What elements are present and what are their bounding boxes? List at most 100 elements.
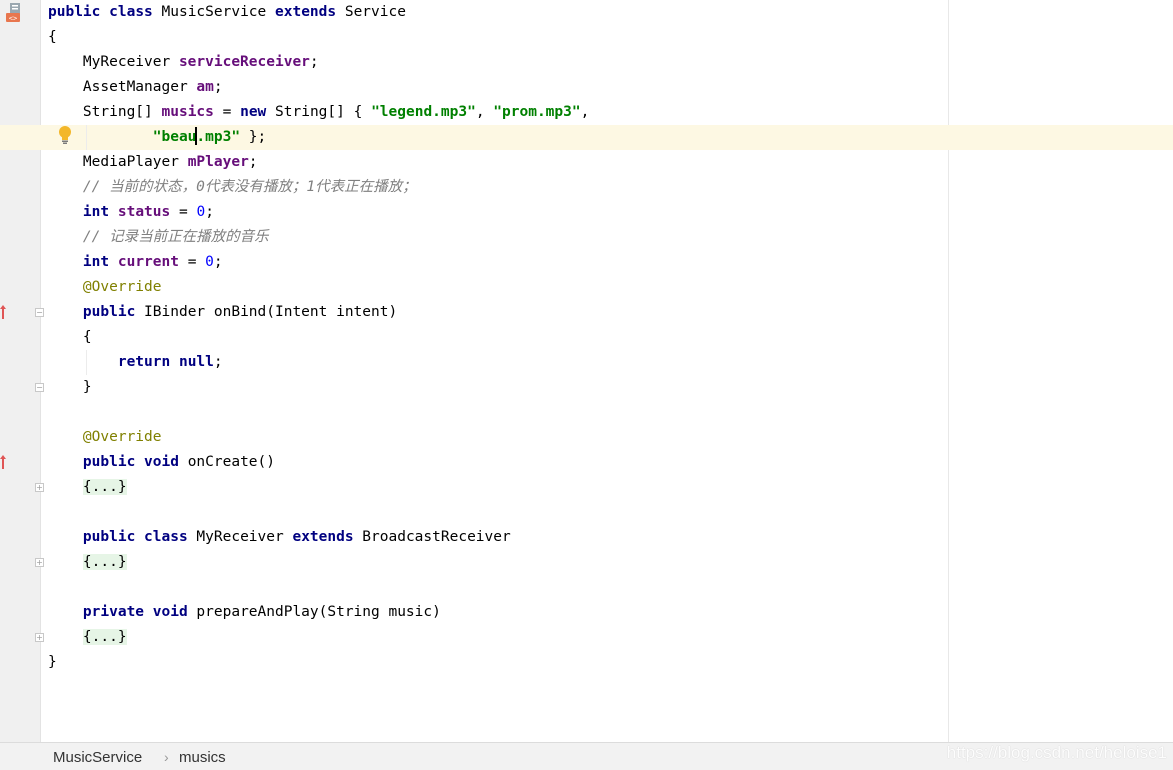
code-token: ; [248,154,258,170]
code-line[interactable]: { [48,325,92,350]
breadcrumb-class[interactable]: MusicService [53,749,142,766]
breadcrumb-separator-icon: › [164,749,169,765]
code-token: void [152,604,188,620]
code-token: Service [336,4,406,20]
code-line[interactable]: { [48,25,57,50]
code-token: MyReceiver [187,529,293,545]
code-token: = [178,254,206,270]
override-arrow-icon[interactable] [0,455,6,469]
code-line[interactable]: // 当前的状态，0代表没有播放；1代表正在播放； [48,175,417,200]
watermark: https://blog.csdn.net/heloise1 [946,743,1167,762]
code-line[interactable]: @Override [48,425,162,450]
code-token: status [117,204,171,220]
override-arrow-icon[interactable] [0,305,6,319]
folded-code-block[interactable]: {...} [82,629,127,645]
code-line[interactable]: {...} [48,625,127,650]
code-token: BroadcastReceiver [353,529,511,545]
code-token: "prom.mp3" [493,104,581,120]
code-line[interactable]: int status = 0; [48,200,214,225]
code-token: public [48,4,101,20]
fold-toggle-icon[interactable]: + [35,558,44,567]
code-line[interactable]: } [48,650,57,675]
code-token: int [82,204,110,220]
code-line[interactable]: return null; [48,350,223,375]
code-token: IBinder onBind(Intent intent) [135,304,398,320]
code-token: ; [309,54,319,70]
fold-toggle-icon[interactable]: − [35,308,44,317]
code-line[interactable]: AssetManager am; [48,75,223,100]
code-token: }; [240,129,267,145]
fold-toggle-icon[interactable]: + [35,633,44,642]
code-token: } [48,379,92,395]
code-line[interactable]: // 记录当前正在播放的音乐 [48,225,269,250]
code-token: serviceReceiver [178,54,310,70]
code-token: am [196,79,214,95]
code-token: void [144,454,179,470]
code-token: public [82,304,136,320]
fold-toggle-icon[interactable]: − [35,383,44,392]
code-line[interactable]: String[] musics = new String[] { "legend… [48,100,589,125]
code-token: String[] [48,104,162,120]
code-token: prepareAndPlay(String music) [187,604,441,620]
code-line[interactable]: public class MusicService extends Servic… [48,0,406,25]
fold-toggle-icon[interactable]: + [35,483,44,492]
code-line[interactable]: MediaPlayer mPlayer; [48,150,258,175]
code-token: public [82,454,136,470]
code-line[interactable]: public void onCreate() [48,450,275,475]
code-line[interactable]: {...} [48,550,127,575]
breadcrumb-bar: MusicService › musics https://blog.csdn.… [0,742,1173,770]
code-token: // 当前的状态，0代表没有播放；1代表正在播放； [48,179,417,195]
code-token: @Override [82,429,162,445]
code-token: String[] { [266,104,372,120]
code-token: @Override [82,279,162,295]
code-line[interactable]: public IBinder onBind(Intent intent) [48,300,397,325]
editor-gutter[interactable] [0,0,41,742]
code-line[interactable]: {...} [48,475,127,500]
code-token: , [580,104,590,120]
breadcrumb-member[interactable]: musics [179,749,226,766]
code-line[interactable]: } [48,375,92,400]
code-token: current [117,254,179,270]
code-line[interactable]: public class MyReceiver extends Broadcas… [48,525,511,550]
svg-text:<>: <> [9,15,17,23]
code-token: = [170,204,197,220]
code-token: ; [213,79,223,95]
code-token: int [82,254,110,270]
code-token: class [109,4,153,20]
code-token: return [117,354,171,370]
code-line[interactable]: "beau.mp3" }; [48,125,266,150]
code-token: musics [161,104,214,120]
code-token: new [240,104,267,120]
folded-code-block[interactable]: {...} [82,554,127,570]
code-token: class [144,529,188,545]
code-line[interactable]: MyReceiver serviceReceiver; [48,50,319,75]
folded-code-block[interactable]: {...} [82,479,127,495]
code-token: "beau [152,129,197,145]
code-line[interactable]: @Override [48,275,162,300]
code-token: , [475,104,494,120]
code-token: "legend.mp3" [371,104,476,120]
code-token: MediaPlayer [48,154,188,170]
code-line[interactable]: int current = 0; [48,250,223,275]
code-token: 0 [196,204,206,220]
code-token: MyReceiver [48,54,179,70]
code-line[interactable]: private void prepareAndPlay(String music… [48,600,441,625]
code-token: } [48,654,57,670]
code-token: 0 [205,254,214,270]
code-token: // 记录当前正在播放的音乐 [48,229,269,245]
